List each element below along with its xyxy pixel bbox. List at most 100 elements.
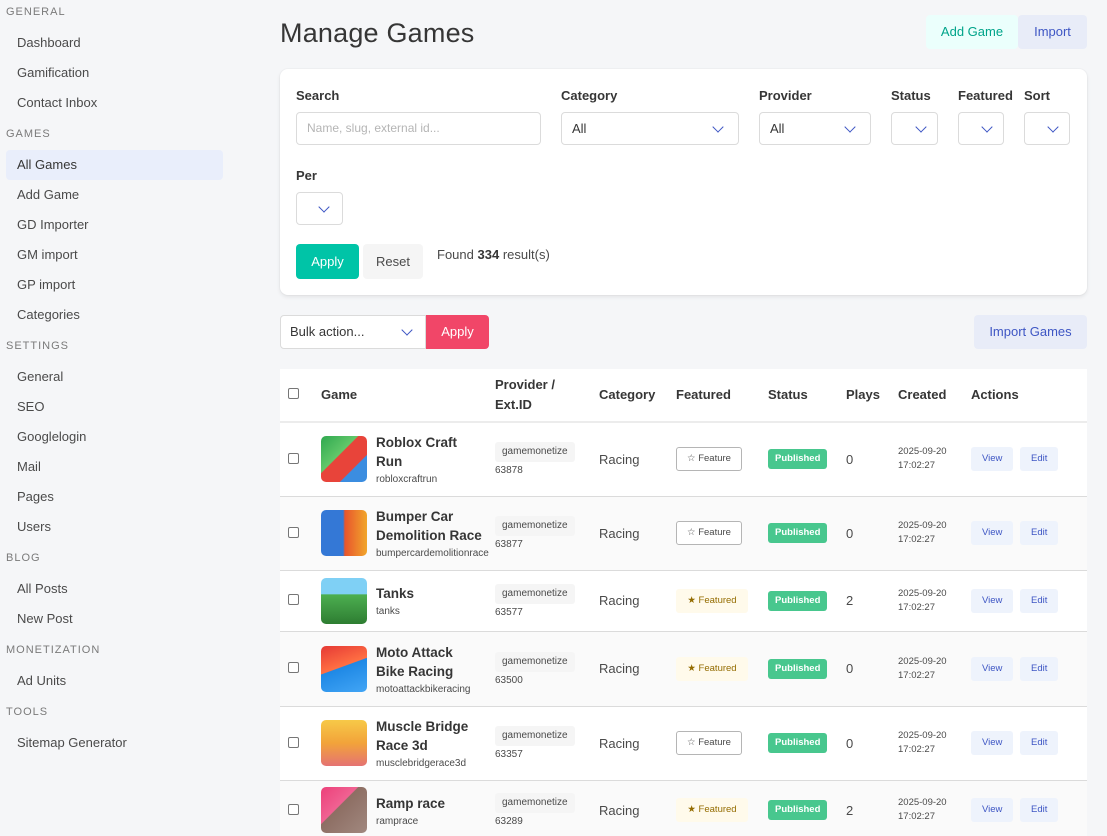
created-time: 17:02:27 — [898, 460, 935, 472]
edit-button[interactable]: Edit — [1020, 588, 1059, 613]
created-date: 2025-09-20 — [898, 587, 947, 599]
provider-select[interactable]: All — [759, 112, 871, 145]
status-badge: Published — [768, 800, 828, 820]
game-info: Bumper Car Demolition Race bumpercardemo… — [321, 507, 489, 559]
created-date: 2025-09-20 — [898, 446, 947, 458]
import-button[interactable]: Import — [1018, 15, 1087, 49]
sidebar-item-gd-importer[interactable]: GD Importer — [6, 210, 223, 240]
filter-reset-button[interactable]: Reset — [363, 244, 423, 279]
provider-cell: gamemonetize 63877 — [487, 496, 591, 571]
select-all-checkbox[interactable] — [288, 388, 299, 399]
created-date: 2025-09-20 — [898, 730, 947, 741]
import-games-button[interactable]: Import Games — [974, 315, 1087, 349]
add-game-button[interactable]: Add Game — [926, 15, 1018, 49]
sidebar-item-ad-units[interactable]: Ad Units — [6, 666, 223, 696]
filter-panel: Search Name, slug, external id... Catego… — [280, 69, 1087, 295]
menu-section-label: General — [6, 6, 66, 18]
edit-button[interactable]: Edit — [1020, 656, 1059, 681]
feature-toggle-button[interactable]: ★ Featured — [676, 656, 748, 681]
view-button[interactable]: View — [971, 588, 1014, 613]
sidebar-item-general[interactable]: General — [6, 362, 223, 392]
game-info: Muscle Bridge Race 3d musclebridgerace3d — [321, 717, 479, 769]
sidebar-item-add-game[interactable]: Add Game — [6, 180, 223, 210]
chevron-down-icon — [318, 201, 330, 213]
provider-select-value: All — [770, 121, 785, 136]
row-checkbox[interactable] — [288, 803, 299, 815]
actions-cell: View Edit — [963, 780, 1087, 836]
view-button[interactable]: View — [971, 521, 1014, 545]
sort-select[interactable] — [1024, 112, 1070, 145]
row-checkbox[interactable] — [288, 452, 299, 464]
row-checkbox[interactable] — [288, 736, 299, 748]
sidebar-item-gp-import[interactable]: GP import — [6, 270, 223, 300]
view-button[interactable]: View — [971, 656, 1014, 681]
sidebar-item-pages[interactable]: Pages — [6, 482, 223, 512]
provider-tag: gamemonetize — [495, 793, 575, 813]
search-input[interactable]: Name, slug, external id... — [296, 112, 541, 145]
sidebar-item-users[interactable]: Users — [6, 512, 223, 542]
feature-toggle-button[interactable]: ★ Featured — [676, 588, 748, 613]
sidebar-item-all-games[interactable]: All Games — [6, 150, 223, 180]
status-select[interactable] — [891, 112, 938, 145]
sidebar-item-mail[interactable]: Mail — [6, 452, 223, 482]
sort-label: Sort — [1024, 88, 1050, 103]
col-category: Category — [591, 369, 668, 423]
table-row: Bumper Car Demolition Race bumpercardemo… — [280, 496, 1087, 571]
sidebar-item-gamification[interactable]: Gamification — [6, 58, 223, 88]
edit-button[interactable]: Edit — [1020, 798, 1059, 822]
result-count: Found 334 result(s) — [437, 247, 550, 262]
filter-apply-button[interactable]: Apply — [296, 244, 359, 279]
row-checkbox[interactable] — [288, 594, 299, 605]
feature-toggle-button[interactable]: ☆ Feature — [676, 447, 742, 472]
row-checkbox[interactable] — [288, 662, 299, 673]
row-checkbox[interactable] — [288, 526, 299, 538]
game-cell: Moto Attack Bike Racing motoattackbikera… — [313, 631, 487, 707]
game-text: Moto Attack Bike Racing motoattackbikera… — [376, 643, 479, 695]
sidebar-item-dashboard[interactable]: Dashboard — [6, 28, 223, 58]
view-button[interactable]: View — [971, 731, 1014, 755]
created-date: 2025-09-20 — [898, 655, 947, 667]
sidebar-item-contact-inbox[interactable]: Contact Inbox — [6, 88, 223, 118]
col-plays: Plays — [838, 369, 890, 423]
per-page-select[interactable] — [296, 192, 343, 225]
provider-cell: gamemonetize 63289 — [487, 780, 591, 836]
category-cell: Racing — [591, 496, 668, 571]
col-provider-line2: Ext.ID — [495, 397, 532, 412]
view-button[interactable]: View — [971, 798, 1014, 822]
sidebar-item-sitemap-generator[interactable]: Sitemap Generator — [6, 728, 223, 758]
col-provider: Provider / Ext.ID — [487, 369, 591, 423]
sidebar-item-seo[interactable]: SEO — [6, 392, 223, 422]
feature-toggle-button[interactable]: ☆ Feature — [676, 521, 742, 545]
actions-cell: View Edit — [963, 706, 1087, 781]
game-slug: ramprace — [376, 815, 419, 827]
sidebar-item-new-post[interactable]: New Post — [6, 604, 223, 634]
game-slug: bumpercardemolitionrace — [376, 548, 489, 559]
game-thumbnail — [321, 436, 367, 483]
featured-select[interactable] — [958, 112, 1004, 145]
status-badge: Published — [768, 590, 828, 611]
bulk-apply-button[interactable]: Apply — [426, 315, 489, 349]
created-cell: 2025-09-20 17:02:27 — [890, 422, 963, 497]
provider-cell: gamemonetize 63577 — [487, 570, 591, 632]
game-title: Ramp race — [376, 795, 446, 811]
game-cell: Bumper Car Demolition Race bumpercardemo… — [313, 496, 489, 571]
sidebar: General Dashboard Gamification Contact Inbo… — [0, 0, 232, 836]
sidebar-item-categories[interactable]: Categories — [6, 300, 223, 330]
edit-button[interactable]: Edit — [1020, 731, 1059, 755]
sidebar-item-gm-import[interactable]: GM import — [6, 240, 223, 270]
game-info: Moto Attack Bike Racing motoattackbikera… — [321, 643, 479, 695]
game-info: Roblox Craft Run robloxcraftrun — [321, 433, 479, 485]
featured-cell: ★ Featured — [668, 631, 760, 707]
edit-button[interactable]: Edit — [1020, 447, 1059, 472]
view-button[interactable]: View — [971, 447, 1014, 472]
sidebar-item-all-posts[interactable]: All Posts — [6, 574, 223, 604]
edit-button[interactable]: Edit — [1020, 521, 1059, 545]
feature-toggle-button[interactable]: ★ Featured — [676, 798, 748, 822]
chevron-down-icon — [1047, 121, 1059, 133]
sidebar-item-googlelogin[interactable]: Googlelogin — [6, 422, 223, 452]
category-select[interactable]: All — [561, 112, 739, 145]
row-select-cell — [280, 780, 313, 836]
menu-section-label: Settings — [6, 340, 70, 352]
bulk-action-select[interactable]: Bulk action... — [280, 315, 426, 349]
feature-toggle-button[interactable]: ☆ Feature — [676, 731, 742, 755]
